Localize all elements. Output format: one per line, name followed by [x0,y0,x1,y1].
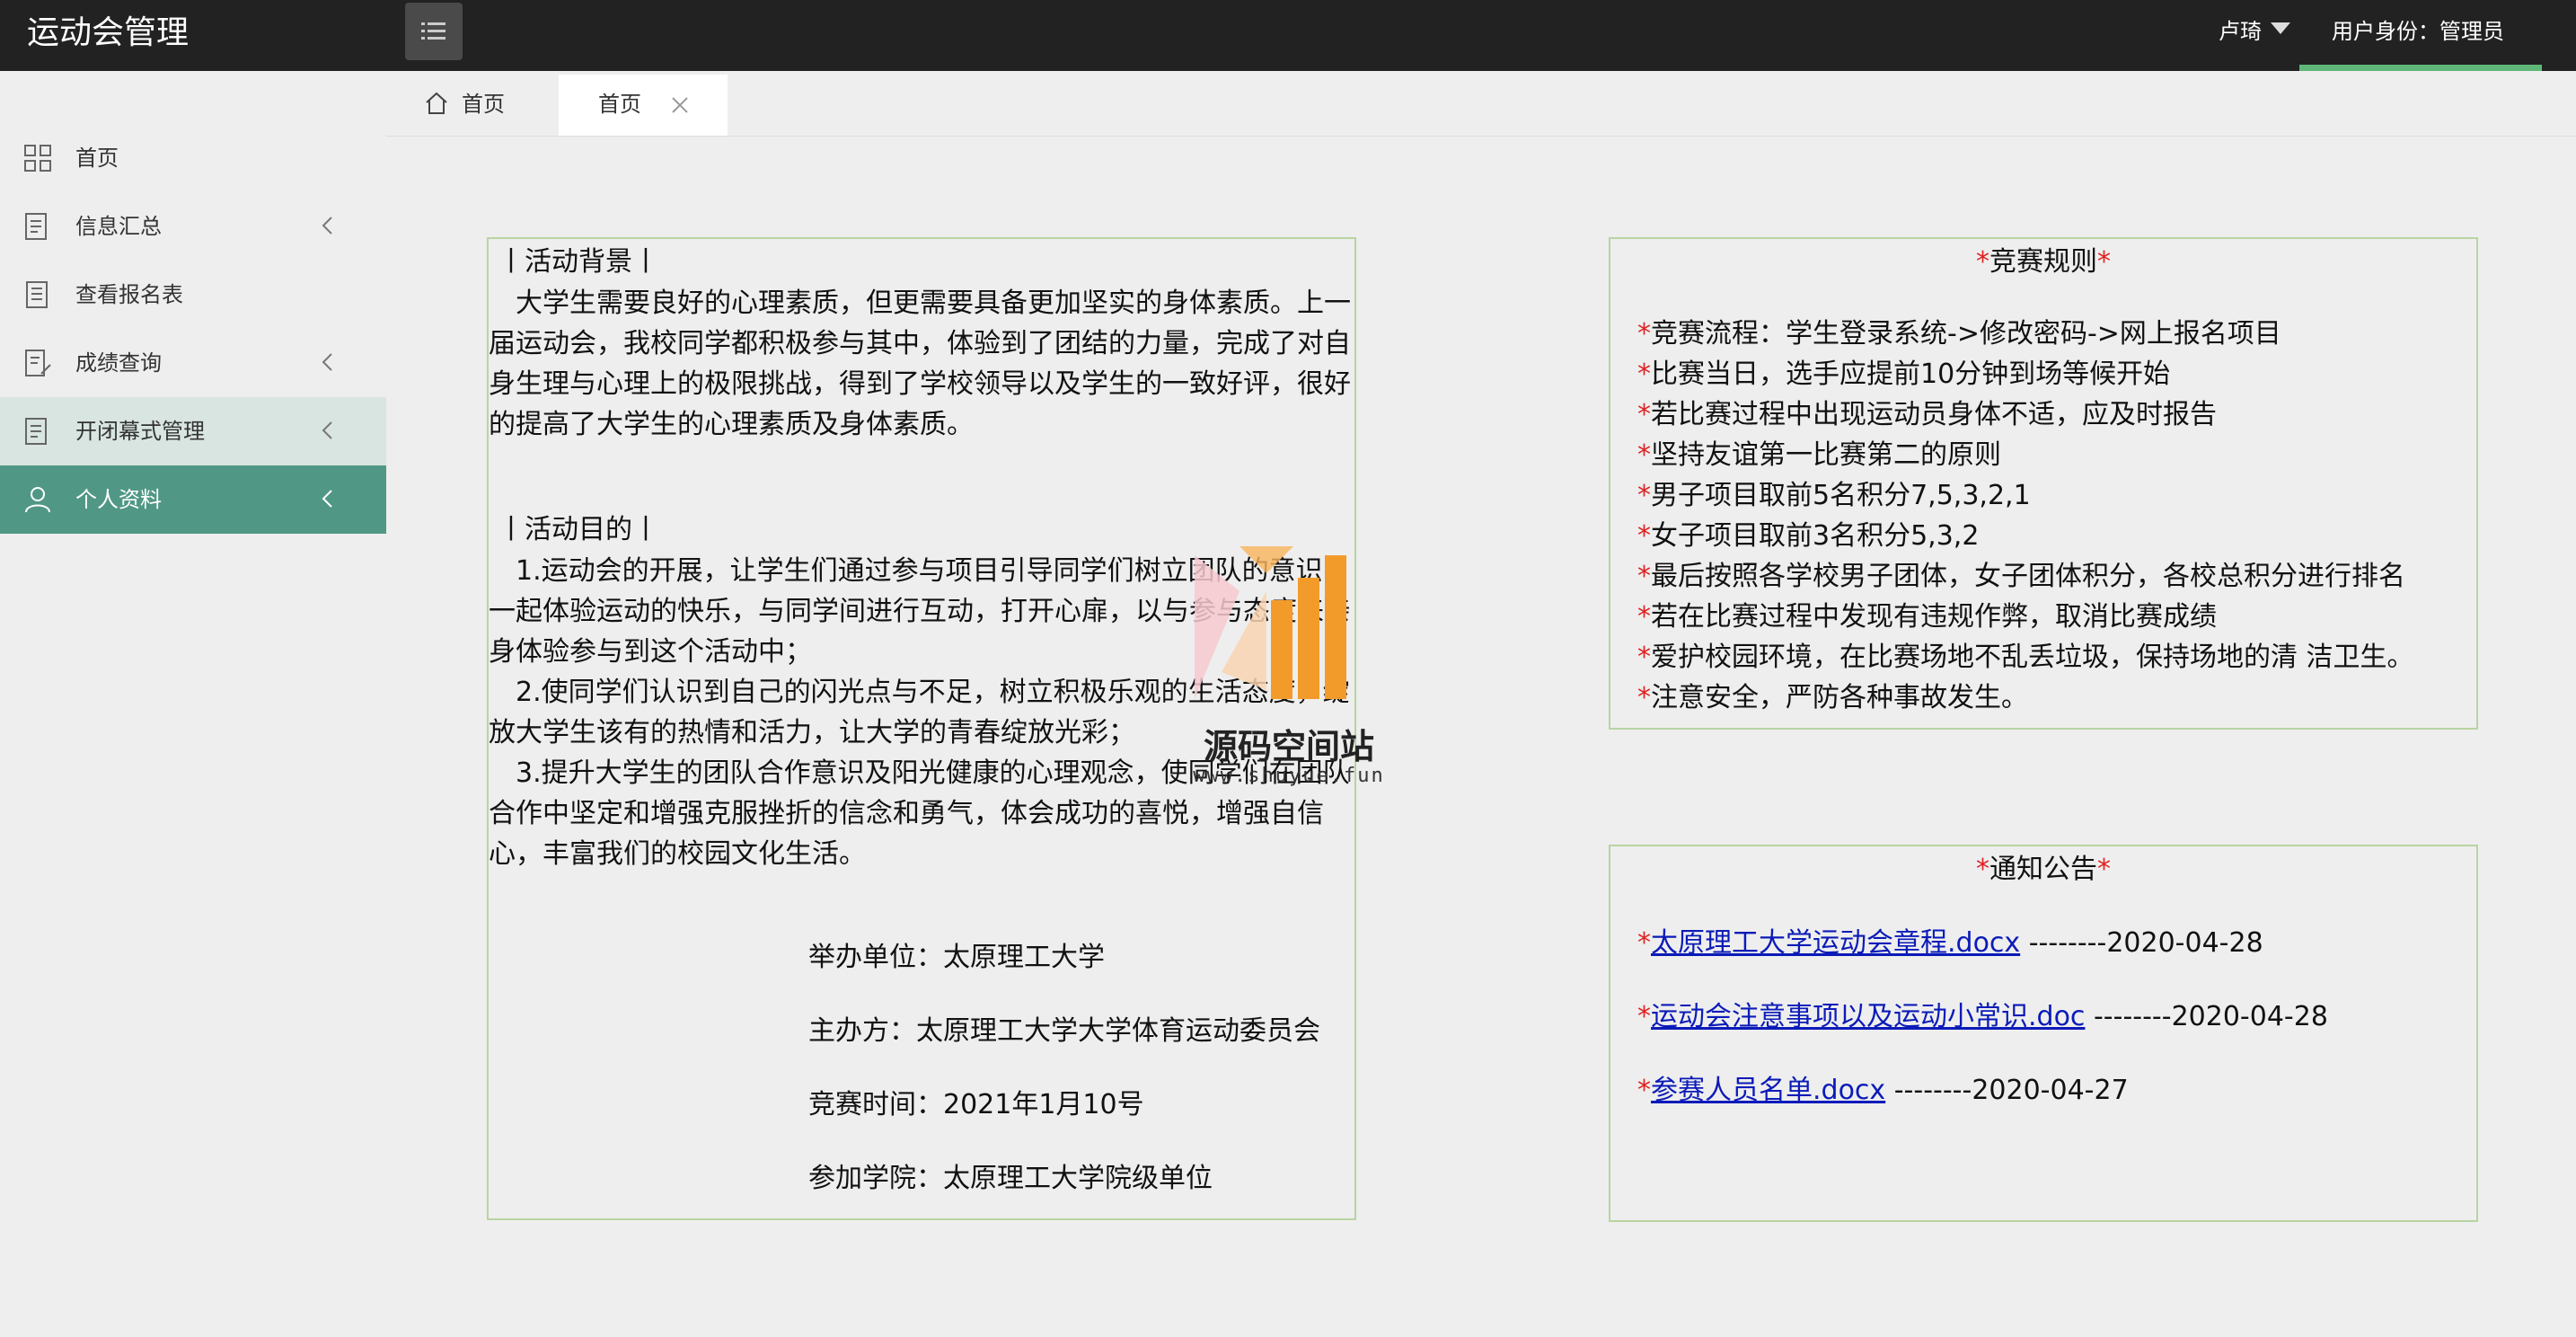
rule-item: *爱护校园环境，在比赛场地不乱丢垃圾，保持场地的清 洁卫生。 [1637,642,2414,673]
purpose-heading: 丨活动目的丨 [498,514,659,545]
notices-panel: *通知公告* *太原理工大学运动会章程.docx --------2020-04… [1609,845,2478,1222]
background-text: 大学生需要良好的心理素质，但更需要具备更加坚实的身体素质。上一届运动会，我校同学… [489,288,1351,440]
rule-item: *竞赛流程：学生登录系统->修改密码->网上报名项目 [1637,318,2281,350]
grid-icon [24,145,51,172]
sidebar: 首页 信息汇总 查看报名表 成绩查询 开闭幕式管理 个人资料 [0,71,386,1337]
sidebar-item-label: 成绩查询 [75,350,162,376]
sidebar-item-label: 查看报名表 [75,282,183,307]
tab-label: 首页 [598,92,641,117]
rule-item: *最后按照各学校男子团体，女子团体积分，各校总积分进行排名 [1637,561,2405,592]
tab-home[interactable]: 首页 [415,75,550,136]
close-icon[interactable] [670,95,690,115]
app-title: 运动会管理 [27,14,190,51]
rule-item: *坚持友谊第一比赛第二的原则 [1637,439,2001,471]
list-doc-icon [26,281,48,308]
sidebar-item-label: 开闭幕式管理 [75,419,205,444]
watermark: 源码空间站 www.shuyue.fun [1186,537,1392,798]
sidebar-item-info-summary[interactable]: 信息汇总 [0,192,386,261]
notice-link[interactable]: 参赛人员名单.docx [1651,1075,1885,1106]
participants-text: 参加学院：太原理工大学院级单位 [808,1163,1213,1194]
notice-date: --------2020-04-28 [2020,927,2263,959]
rule-item: *若在比赛过程中发现有违规作弊，取消比赛成绩 [1637,601,2217,633]
notice-date: --------2020-04-28 [2085,1001,2328,1032]
tab-bar: 首页 首页 [386,71,2576,137]
organizer-text: 举办单位：太原理工大学 [808,942,1105,973]
notice-item: *参赛人员名单.docx --------2020-04-27 [1637,1075,2129,1106]
rules-panel: *竞赛规则* *竞赛流程：学生登录系统->修改密码->网上报名项目 *比赛当日，… [1609,237,2478,730]
tab-label: 首页 [462,92,505,117]
rule-item: *注意安全，严防各种事故发生。 [1637,682,2028,713]
watermark-url: www.shuyue.fun [1193,765,1385,787]
user-menu[interactable]: 卢琦 [2219,0,2262,63]
chevron-left-icon [322,421,332,439]
sidebar-item-registration[interactable]: 查看报名表 [0,261,386,329]
chevron-left-icon [322,353,332,371]
chevron-left-icon [322,490,332,508]
watermark-name: 源码空间站 [1203,727,1374,766]
sidebar-item-label: 首页 [75,146,119,171]
notices-title: *通知公告* [1976,854,2111,885]
time-text: 竞赛时间：2021年1月10号 [808,1089,1144,1120]
top-bar: 运动会管理 卢琦 用户身份：管理员 [0,0,2576,71]
rule-item: *比赛当日，选手应提前10分钟到场等候开始 [1637,359,2171,390]
chevron-left-icon [322,217,332,235]
rules-title: *竞赛规则* [1976,246,2111,278]
chevron-down-icon[interactable] [2271,22,2290,34]
menu-toggle-button[interactable] [405,3,463,60]
tab-home-active[interactable]: 首页 [559,75,728,136]
background-heading: 丨活动背景丨 [498,246,659,278]
notice-link[interactable]: 太原理工大学运动会章程.docx [1651,927,2020,959]
edit-doc-icon [25,350,51,376]
role-indicator: 用户身份：管理员 [2299,0,2542,71]
sidebar-item-label: 个人资料 [75,487,162,512]
role-text: 用户身份：管理员 [2332,19,2504,44]
sidebar-item-profile[interactable]: 个人资料 [0,465,386,534]
watermark-logo [1195,546,1346,699]
sidebar-item-home[interactable]: 首页 [0,124,386,192]
sidebar-item-ceremony[interactable]: 开闭幕式管理 [0,397,386,465]
host-text: 主办方：太原理工大学大学体育运动委员会 [808,1015,1320,1047]
rule-item: *女子项目取前3名积分5,3,2 [1637,520,1980,552]
user-icon [25,487,50,513]
notice-item: *运动会注意事项以及运动小常识.doc --------2020-04-28 [1637,1001,2328,1032]
notice-link[interactable]: 运动会注意事项以及运动小常识.doc [1651,1001,2085,1032]
document-icon [25,213,47,240]
notice-date: --------2020-04-27 [1885,1075,2129,1106]
sidebar-item-label: 信息汇总 [75,214,162,239]
list-icon [421,22,446,40]
rule-item: *男子项目取前5名积分7,5,3,2,1 [1637,480,2031,511]
rule-item: *若比赛过程中出现运动员身体不适，应及时报告 [1637,399,2217,430]
sidebar-item-scores[interactable]: 成绩查询 [0,329,386,397]
active-underline [2299,65,2542,71]
notice-item: *太原理工大学运动会章程.docx --------2020-04-28 [1637,927,2263,959]
document-icon [25,418,47,445]
home-icon [426,92,447,114]
